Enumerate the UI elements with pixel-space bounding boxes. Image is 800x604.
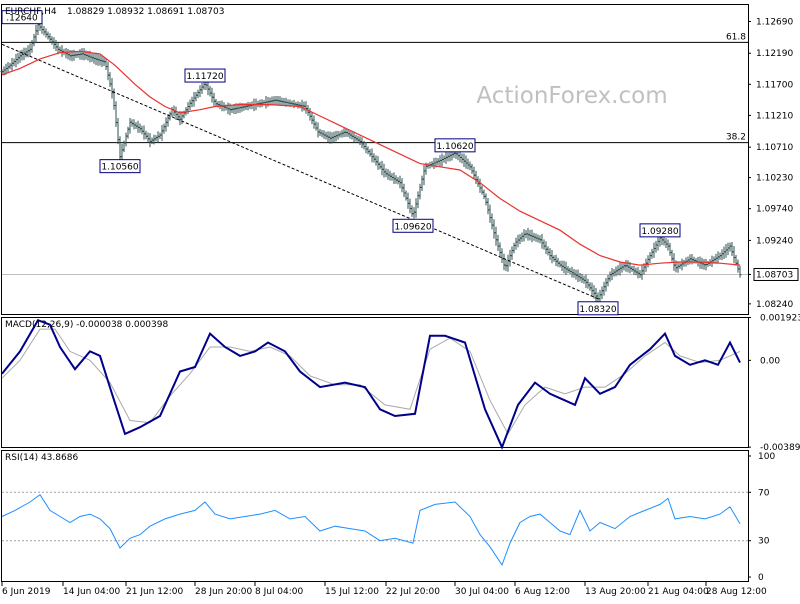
rsi-tick-label: 100 bbox=[758, 452, 775, 462]
annotation-label: 1.10560 bbox=[101, 163, 138, 173]
macd-tick-label: 0.00 bbox=[760, 356, 780, 366]
time-tick-label: 15 Jul 12:00 bbox=[325, 587, 379, 597]
price-tick-label: 1.08703 bbox=[756, 270, 793, 280]
annotation-label: 1.11720 bbox=[186, 72, 223, 82]
price-tick-label: 1.10230 bbox=[756, 174, 793, 184]
symbol-label: EURCHF,H4 bbox=[5, 7, 57, 17]
chart-window: ActionForex.com 61.8 38.2 .12640 1.11720 1.… bbox=[0, 0, 800, 600]
time-tick-label: 30 Jul 04:00 bbox=[455, 587, 509, 597]
time-tick-label: 14 Jun 04:00 bbox=[63, 587, 120, 597]
rsi-label: RSI(14) 43.8686 bbox=[5, 453, 78, 463]
chart-canvas: ActionForex.com 61.838.2 .126401.117201.… bbox=[0, 0, 800, 600]
rsi-tick-label: 70 bbox=[758, 488, 770, 498]
price-tick-label: 1.12190 bbox=[756, 49, 793, 59]
annotation-label: 1.09620 bbox=[394, 222, 431, 232]
price-tick-label: 1.10710 bbox=[756, 143, 793, 153]
annotation-label: 1.10620 bbox=[436, 142, 473, 152]
ohlc-label: 1.08829 1.08932 1.08691 1.08703 bbox=[67, 7, 224, 17]
time-tick-label: 21 Jun 12:00 bbox=[126, 587, 183, 597]
time-tick-label: 21 Aug 04:00 bbox=[648, 587, 709, 597]
price-tick-label: 1.08240 bbox=[756, 300, 793, 310]
time-tick-label: 28 Jun 20:00 bbox=[195, 587, 252, 597]
time-tick-label: 13 Aug 20:00 bbox=[585, 587, 646, 597]
time-tick-label: 6 Jun 2019 bbox=[2, 587, 51, 597]
chart-background bbox=[0, 0, 800, 600]
price-tick-label: 1.09740 bbox=[756, 205, 793, 215]
rsi-tick-label: 30 bbox=[758, 537, 770, 547]
rsi-tick-label: 0 bbox=[758, 573, 764, 583]
price-tick-label: 1.11210 bbox=[756, 111, 793, 121]
annotation-label: 1.09280 bbox=[641, 227, 678, 237]
price-tick-label: 1.11700 bbox=[756, 80, 793, 90]
price-tick-label: 1.09240 bbox=[756, 236, 793, 246]
time-tick-label: 6 Aug 12:00 bbox=[515, 587, 570, 597]
fib-level-label: 38.2 bbox=[726, 133, 746, 143]
time-tick-label: 8 Jul 04:00 bbox=[255, 587, 304, 597]
macd-label: MACD(12,26,9) -0.000038 0.000398 bbox=[5, 320, 168, 330]
time-tick-label: 28 Aug 12:00 bbox=[706, 587, 767, 597]
price-tick-label: 1.12690 bbox=[756, 17, 793, 27]
annotation-label: 1.08320 bbox=[579, 305, 616, 315]
fib-level-label: 61.8 bbox=[726, 32, 746, 42]
macd-tick-label: 0.001923 bbox=[760, 313, 800, 323]
time-tick-label: 22 Jul 20:00 bbox=[386, 587, 440, 597]
watermark: ActionForex.com bbox=[476, 83, 667, 109]
